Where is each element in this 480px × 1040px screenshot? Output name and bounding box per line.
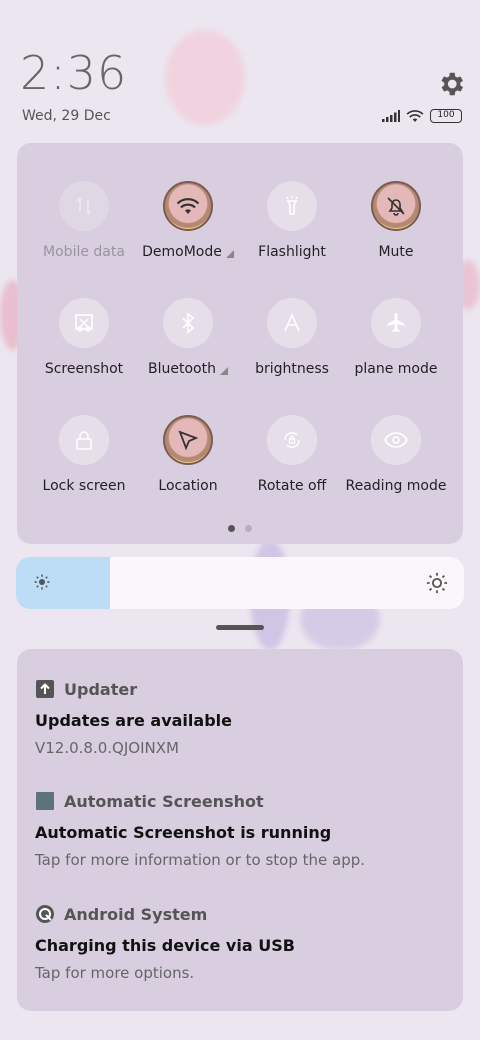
screenshot-icon <box>59 298 109 348</box>
tile-label: brightness <box>255 361 329 377</box>
android-system-icon <box>36 905 54 923</box>
notification-app-name: Updater <box>64 679 138 699</box>
quick-settings-panel: Mobile data DemoMode Flashlight Mute Scr… <box>17 143 463 544</box>
page-dot-active <box>228 525 235 532</box>
notification-title: Updates are available <box>35 711 232 730</box>
updater-arrow-icon <box>36 680 54 698</box>
brightness-fill <box>16 557 111 609</box>
tile-brightness[interactable]: brightness <box>240 298 344 378</box>
notification-android-system[interactable]: Android System Charging this device via … <box>35 904 455 983</box>
notification-text: Tap for more options. <box>35 964 195 982</box>
notification-automatic-screenshot[interactable]: Automatic Screenshot Automatic Screensho… <box>35 791 455 870</box>
bluetooth-icon <box>163 298 213 348</box>
tile-label: Mute <box>378 244 414 260</box>
tile-label: Flashlight <box>258 244 326 260</box>
status-icons: 100 <box>382 109 462 123</box>
signal-icon <box>382 110 400 122</box>
notification-updater[interactable]: Updater Updates are available V12.0.8.0.… <box>35 679 455 758</box>
tile-screenshot[interactable]: Screenshot <box>32 298 136 378</box>
notification-text: Tap for more information or to stop the … <box>35 851 366 869</box>
wifi-icon <box>163 181 213 231</box>
tile-bluetooth[interactable]: Bluetooth <box>136 298 240 378</box>
tile-label: DemoMode <box>142 244 222 260</box>
brightness-low-icon <box>34 574 50 590</box>
notification-text: V12.0.8.0.QJOINXM <box>35 739 179 757</box>
notification-app-name: Automatic Screenshot <box>64 791 264 811</box>
lock-icon <box>59 415 109 465</box>
tile-flashlight[interactable]: Flashlight <box>240 181 344 261</box>
auto-brightness-icon <box>267 298 317 348</box>
tile-label: Reading mode <box>345 478 447 494</box>
mobile-data-icon <box>59 181 109 231</box>
brightness-high-icon <box>426 572 448 594</box>
page-dot <box>245 525 252 532</box>
tile-label: Mobile data <box>43 244 125 260</box>
tile-mute[interactable]: Mute <box>344 181 448 261</box>
expand-corner-icon <box>225 250 234 258</box>
tile-label: Location <box>158 478 218 494</box>
settings-gear-icon[interactable] <box>436 69 466 99</box>
tile-plane-mode[interactable]: plane mode <box>344 298 448 378</box>
tile-reading-mode[interactable]: Reading mode <box>344 415 448 495</box>
eye-icon <box>371 415 421 465</box>
airplane-icon <box>371 298 421 348</box>
date: Wed, 29 Dec <box>22 108 111 124</box>
bell-off-icon <box>371 181 421 231</box>
tile-mobile-data[interactable]: Mobile data <box>32 181 136 261</box>
notification-title: Charging this device via USB <box>35 936 295 955</box>
tile-label: Rotate off <box>257 478 327 494</box>
location-arrow-icon <box>163 415 213 465</box>
notification-title: Automatic Screenshot is running <box>35 823 332 842</box>
automatic-screenshot-app-icon <box>36 792 54 810</box>
rotate-lock-icon <box>267 415 317 465</box>
battery-icon: 100 <box>430 109 462 123</box>
tile-label: plane mode <box>354 361 438 377</box>
drag-handle[interactable] <box>216 625 264 630</box>
tile-label: Lock screen <box>42 478 126 494</box>
clock: 2:36 <box>20 46 128 100</box>
tile-location[interactable]: Location <box>136 415 240 495</box>
tile-label: Screenshot <box>44 361 124 377</box>
wallpaper-strawberry <box>165 30 245 125</box>
flashlight-icon <box>267 181 317 231</box>
wifi-icon <box>406 110 424 122</box>
tile-rotate-off[interactable]: Rotate off <box>240 415 344 495</box>
notifications-panel: Updater Updates are available V12.0.8.0.… <box>17 649 463 1011</box>
page-indicator <box>228 525 252 532</box>
notification-app-name: Android System <box>64 904 208 924</box>
brightness-slider[interactable] <box>16 557 464 609</box>
tile-label: Bluetooth <box>148 361 216 377</box>
expand-corner-icon <box>219 367 228 375</box>
tile-demo-mode[interactable]: DemoMode <box>136 181 240 261</box>
tile-lock-screen[interactable]: Lock screen <box>32 415 136 495</box>
